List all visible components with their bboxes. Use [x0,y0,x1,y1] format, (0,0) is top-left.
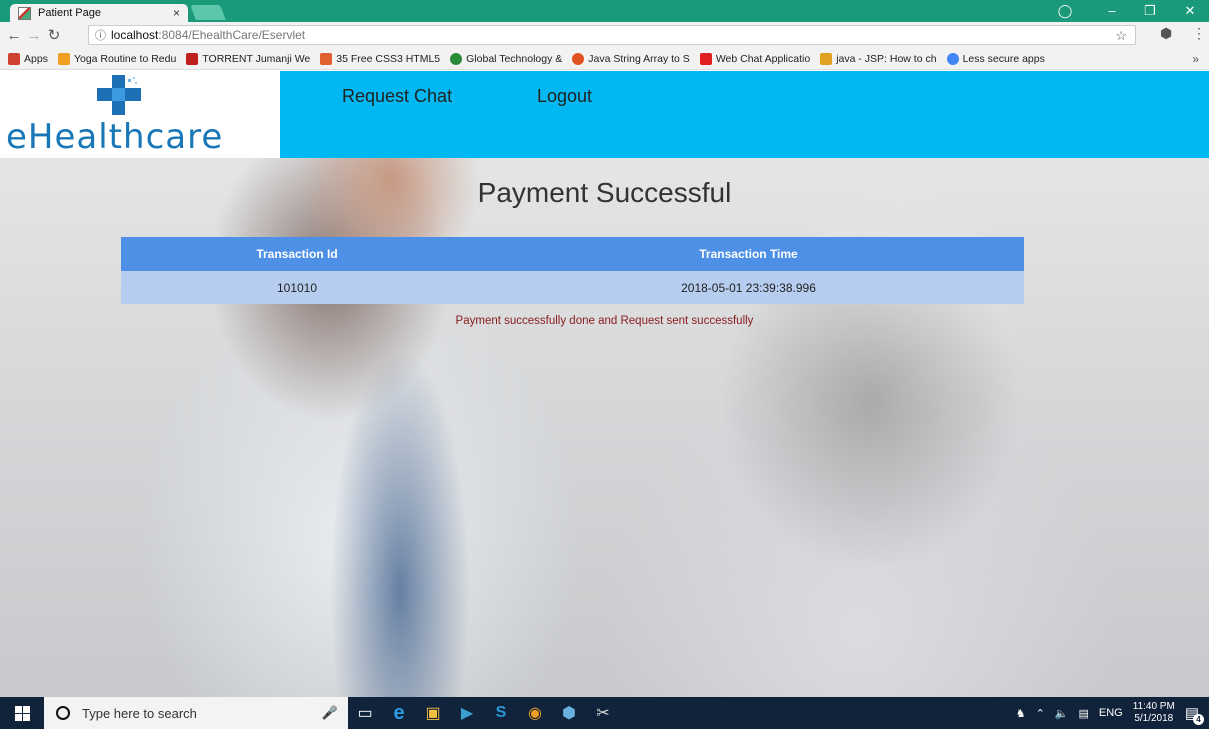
bookmark-favicon-icon [820,52,833,65]
clock-time: 11:40 PM [1132,701,1175,712]
bookmark-label: Yoga Routine to Redu [73,52,177,65]
bookmark-apps[interactable]: Apps [8,52,48,65]
extension-icon[interactable]: ⬢ [1160,25,1172,42]
volume-icon[interactable]: 🔈 [1055,707,1069,720]
tab-title: Patient Page [38,7,101,19]
bookmarks-bar: Apps Yoga Routine to Redu TORRENT Jumanj… [0,48,1209,70]
bookmark-label: Java String Array to S [588,52,690,65]
nav-logout[interactable]: Logout [537,86,592,107]
chrome-icon[interactable]: ◉ [518,697,552,729]
url-host: localhost [111,28,159,42]
windows-taskbar: Type here to search 🎤 ▭ e ▣ ▶ S ◉ ⬢ ✂ ♞ … [0,697,1209,729]
new-tab-button[interactable] [190,5,226,20]
column-header-transaction-time: Transaction Time [473,237,1024,271]
bookmark-favicon-icon [572,52,585,65]
tab-patient-page[interactable]: Patient Page × [10,4,188,22]
bookmarks-overflow-icon[interactable]: » [1192,52,1199,66]
bookmark-label: Less secure apps [962,52,1045,65]
bookmark-favicon-icon [450,52,463,65]
bookmark-label: java - JSP: How to ch [836,52,937,65]
url-path: :8084/EhealthCare/Eservlet [158,28,306,42]
minimize-icon[interactable]: – [1097,2,1127,20]
bookmark-item[interactable]: Global Technology & [450,52,563,65]
system-tray: ♞ ⌃ 🔈 ▤ ENG 11:40 PM 5/1/2018 ▤ 4 [1016,697,1209,729]
bookmark-star-icon[interactable]: ☆ [1115,28,1127,44]
start-button[interactable] [0,697,44,729]
bookmark-favicon-icon [699,52,712,65]
show-hidden-icons-icon[interactable]: ⌃ [1036,707,1045,720]
google-icon [946,52,959,65]
bookmark-label: Apps [24,52,48,65]
logo-text: eHealthcare [6,117,224,157]
people-icon[interactable]: ♞ [1016,707,1026,720]
network-icon[interactable]: ▤ [1079,707,1089,720]
bookmark-item[interactable]: Less secure apps [946,52,1045,65]
table-row: 101010 2018-05-01 23:39:38.996 [121,271,1024,304]
skype-icon[interactable]: S [484,697,518,729]
file-explorer-icon[interactable]: ▣ [416,697,450,729]
tab-close-icon[interactable]: × [173,6,180,20]
profile-icon[interactable]: ◯ [1050,2,1080,20]
transaction-table: Transaction Id Transaction Time 101010 2… [121,237,1024,304]
window-close-icon[interactable]: ✕ [1175,2,1205,20]
language-indicator[interactable]: ENG [1099,707,1123,719]
bookmark-favicon-icon [186,52,199,65]
task-view-icon[interactable]: ▭ [348,697,382,729]
url-input[interactable]: ⓘ localhost:8084/EhealthCare/Eservlet ☆ [88,25,1136,45]
address-bar: ← → ↻ ⓘ localhost:8084/EhealthCare/Eserv… [0,22,1209,48]
site-info-icon[interactable]: ⓘ [95,27,106,43]
cortana-icon [56,706,70,720]
windows-logo-icon [14,705,30,721]
bookmark-item[interactable]: java - JSP: How to ch [820,52,937,65]
bookmark-favicon-icon [320,52,333,65]
bookmark-label: Global Technology & [466,52,563,65]
bookmark-favicon-icon [57,52,70,65]
action-center-icon[interactable]: ▤ 4 [1185,704,1204,725]
page-title: Payment Successful [477,177,732,208]
apps-grid-icon [8,52,20,65]
bookmark-item[interactable]: 35 Free CSS3 HTML5 [320,52,441,65]
transaction-time-cell: 2018-05-01 23:39:38.996 [473,271,1024,304]
microphone-icon[interactable]: 🎤 [322,705,338,721]
bookmark-label: 35 Free CSS3 HTML5 [336,52,441,65]
virtualbox-icon[interactable]: ⬢ [552,697,586,729]
taskbar-search-input[interactable]: Type here to search 🎤 [44,697,348,729]
table-header-row: Transaction Id Transaction Time [121,237,1024,271]
restore-icon[interactable]: ❐ [1135,2,1165,20]
browser-menu-icon[interactable]: ⋮ [1192,25,1206,42]
search-placeholder: Type here to search [82,705,197,721]
reload-icon[interactable]: ↻ [44,26,64,44]
bookmark-item[interactable]: Java String Array to S [572,52,690,65]
back-arrow-icon[interactable]: ← [4,27,24,44]
media-player-icon[interactable]: ▶ [450,697,484,729]
bookmark-item[interactable]: Web Chat Applicatio [699,52,811,65]
status-message: Payment successfully done and Request se… [455,315,754,327]
transaction-id-cell: 101010 [121,271,473,304]
nav-request-chat[interactable]: Request Chat [342,86,452,107]
bookmark-item[interactable]: TORRENT Jumanji We [186,52,311,65]
bookmark-label: TORRENT Jumanji We [202,52,311,65]
clock-date: 5/1/2018 [1134,713,1174,724]
web-page: eHealthcare Request Chat Logout Payment … [0,71,1209,697]
bookmark-item[interactable]: Yoga Routine to Redu [57,52,177,65]
snipping-tool-icon[interactable]: ✂ [586,697,620,729]
medical-cross-icon [97,75,141,115]
browser-title-bar: Patient Page × ◯ – ❐ ✕ [0,0,1209,22]
site-header: eHealthcare Request Chat Logout [0,71,1209,158]
edge-browser-icon[interactable]: e [382,697,416,729]
column-header-transaction-id: Transaction Id [121,237,473,271]
site-logo[interactable]: eHealthcare [0,71,280,158]
doctor-patient-background-image [0,71,1209,697]
forward-arrow-icon[interactable]: → [24,27,44,44]
page-favicon-icon [18,6,31,20]
notification-count-badge: 4 [1193,714,1204,725]
bookmark-label: Web Chat Applicatio [715,52,811,65]
clock[interactable]: 11:40 PM 5/1/2018 [1133,701,1175,725]
